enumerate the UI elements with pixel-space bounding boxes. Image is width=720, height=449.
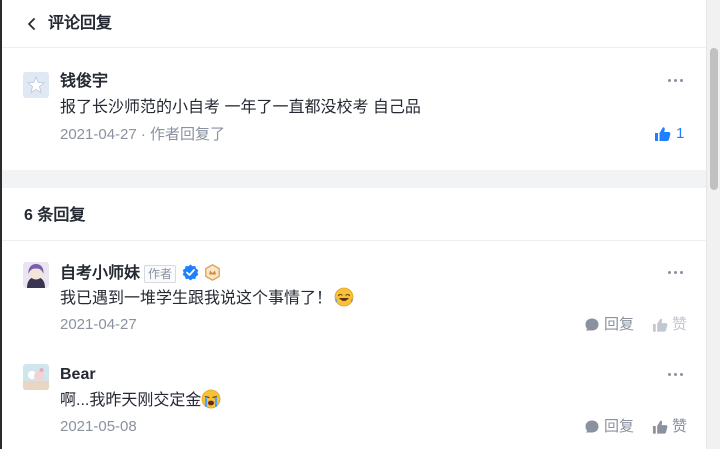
reply-content: 我已遇到一堆学生跟我说这个事情了！ <box>60 287 354 310</box>
more-menu-button[interactable] <box>666 72 686 88</box>
comment-meta: 2021-04-27 · 作者回复了 <box>60 126 226 143</box>
like-label: 赞 <box>672 418 688 435</box>
reply-author[interactable]: 自考小师妹 <box>60 263 140 285</box>
reply-author[interactable]: Bear <box>60 364 96 386</box>
reply-label: 回复 <box>604 418 635 435</box>
reply-text: 我已遇到一堆学生跟我说这个事情了！ <box>60 290 333 307</box>
creator-level-badge-icon <box>205 264 220 281</box>
page-title: 评论回复 <box>48 15 113 32</box>
avatar[interactable] <box>23 364 49 390</box>
reply-date: 2021-05-08 <box>60 418 137 435</box>
comment-author[interactable]: 钱俊宇 <box>60 71 108 93</box>
scrollbar[interactable] <box>706 0 720 449</box>
comment-content: 报了长沙师范的小自考 一年了一直都没校考 自己品 <box>60 99 421 116</box>
replies-count: 6 条回复 <box>24 207 86 224</box>
user-avatar-image <box>23 262 49 288</box>
reply-text: 啊...我昨天刚交定金 <box>60 392 202 409</box>
back-button[interactable] <box>26 13 46 35</box>
crying-emoji-icon <box>201 389 221 409</box>
reply-button[interactable]: 回复 <box>584 315 636 335</box>
avatar[interactable] <box>23 262 49 288</box>
reply-button[interactable]: 回复 <box>584 417 636 437</box>
reply-content: 啊...我昨天刚交定金 <box>60 389 221 412</box>
chevron-left-icon <box>28 18 35 30</box>
divider <box>2 240 706 241</box>
thumbs-up-icon <box>652 318 668 332</box>
like-count: 1 <box>676 125 685 142</box>
scrollbar-thumb[interactable] <box>710 48 718 190</box>
author-badge: 作者 <box>144 265 177 283</box>
comment-icon <box>585 318 599 331</box>
like-button[interactable]: 赞 <box>652 417 690 437</box>
panel-header: 评论回复 <box>2 0 706 48</box>
like-button[interactable]: 赞 <box>652 315 690 335</box>
user-avatar-image <box>23 364 49 390</box>
section-separator <box>2 170 706 188</box>
like-label: 赞 <box>672 316 688 333</box>
avatar[interactable] <box>23 72 49 98</box>
more-menu-button[interactable] <box>666 366 686 382</box>
comment-reply-panel: 评论回复 钱俊宇 报了长沙师范的小自考 一年了一直都没校考 自己品 2021-0… <box>2 0 706 449</box>
comment-icon <box>585 420 599 433</box>
thumbs-up-filled-icon <box>655 127 671 141</box>
verified-badge-icon <box>182 264 199 281</box>
more-menu-button[interactable] <box>666 264 686 280</box>
default-avatar-icon <box>23 72 49 98</box>
reply-label: 回复 <box>604 316 635 333</box>
thumbs-up-icon <box>652 420 668 434</box>
reply-date: 2021-04-27 <box>60 316 137 333</box>
laughing-emoji-icon <box>334 287 354 307</box>
